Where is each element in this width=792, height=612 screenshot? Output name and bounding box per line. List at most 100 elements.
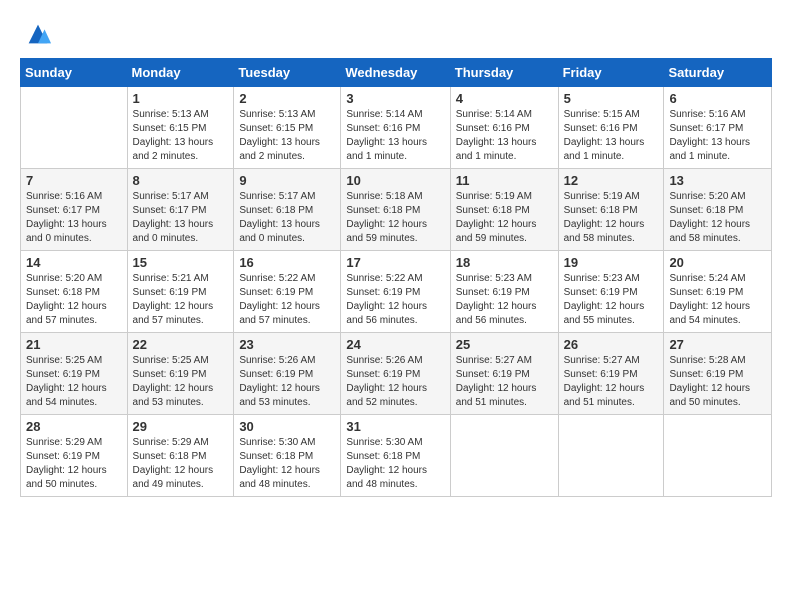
- day-info: Sunrise: 5:19 AMSunset: 6:18 PMDaylight:…: [564, 190, 659, 246]
- day-info: Sunrise: 5:27 AMSunset: 6:19 PMDaylight:…: [456, 354, 553, 410]
- calendar-cell: 31 Sunrise: 5:30 AMSunset: 6:18 PMDayligh…: [341, 415, 450, 497]
- calendar-cell: 1Sunrise: 5:13 AMSunset: 6:15 PMDaylight…: [127, 87, 234, 169]
- week-row-3: 21 Sunrise: 5:25 AMSunset: 6:19 PMDayligh…: [21, 333, 772, 415]
- day-number: 14: [26, 255, 122, 270]
- calendar-cell: 8 Sunrise: 5:17 AMSunset: 6:17 PMDaylight…: [127, 169, 234, 251]
- day-number: 6: [669, 91, 766, 106]
- day-info: Sunrise: 5:28 AMSunset: 6:19 PMDaylight:…: [669, 354, 766, 410]
- day-number: 10: [346, 173, 444, 188]
- day-number: 7: [26, 173, 122, 188]
- day-number: 9: [239, 173, 335, 188]
- day-number: 30: [239, 419, 335, 434]
- day-number: 8: [133, 173, 229, 188]
- day-info: Sunrise: 5:25 AMSunset: 6:19 PMDaylight:…: [133, 354, 229, 410]
- week-row-0: 1 Sunrise: 5:13 AMSunset: 6:15 PMDaylight…: [21, 87, 772, 169]
- calendar-cell: 9 Sunrise: 5:17 AMSunset: 6:18 PMDaylight…: [234, 169, 341, 251]
- calendar-cell: 11 Sunrise: 5:19 AMSunset: 6:18 PMDayligh…: [450, 169, 558, 251]
- day-number: 4: [456, 91, 553, 106]
- calendar-cell: [664, 415, 772, 497]
- header-day-wednesday: Wednesday: [341, 59, 450, 87]
- day-number: 5: [564, 91, 659, 106]
- day-number: 18: [456, 255, 553, 270]
- day-number: 16: [239, 255, 335, 270]
- day-number: 24: [346, 337, 444, 352]
- header-day-saturday: Saturday: [664, 59, 772, 87]
- logo-icon: [24, 20, 52, 48]
- day-number: 31: [346, 419, 444, 434]
- calendar-cell: 6 Sunrise: 5:16 AMSunset: 6:17 PMDaylight…: [664, 87, 772, 169]
- calendar-cell: 4 Sunrise: 5:14 AMSunset: 6:16 PMDaylight…: [450, 87, 558, 169]
- header-day-thursday: Thursday: [450, 59, 558, 87]
- day-number: 27: [669, 337, 766, 352]
- day-info: Sunrise: 5:24 AMSunset: 6:19 PMDaylight:…: [669, 272, 766, 328]
- day-info: Sunrise: 5:29 AMSunset: 6:19 PMDaylight:…: [26, 436, 122, 492]
- day-number: 21: [26, 337, 122, 352]
- day-info: Sunrise: 5:30 AMSunset: 6:18 PMDaylight:…: [239, 436, 335, 492]
- header-day-monday: Monday: [127, 59, 234, 87]
- day-info: Sunrise: 5:16 AMSunset: 6:17 PMDaylight:…: [669, 108, 766, 164]
- calendar-cell: 22Sunrise: 5:25 AMSunset: 6:19 PMDayligh…: [127, 333, 234, 415]
- calendar-cell: 24Sunrise: 5:26 AMSunset: 6:19 PMDayligh…: [341, 333, 450, 415]
- day-number: 12: [564, 173, 659, 188]
- calendar-cell: 15 Sunrise: 5:21 AMSunset: 6:19 PMDayligh…: [127, 251, 234, 333]
- day-info: Sunrise: 5:18 AMSunset: 6:18 PMDaylight:…: [346, 190, 444, 246]
- calendar-cell: 17 Sunrise: 5:22 AMSunset: 6:19 PMDayligh…: [341, 251, 450, 333]
- header-row: SundayMondayTuesdayWednesdayThursdayFrid…: [21, 59, 772, 87]
- calendar-cell: [450, 415, 558, 497]
- day-number: 2: [239, 91, 335, 106]
- calendar-cell: [21, 87, 128, 169]
- day-number: 11: [456, 173, 553, 188]
- calendar-cell: [558, 415, 664, 497]
- logo: [20, 20, 52, 48]
- day-info: Sunrise: 5:19 AMSunset: 6:18 PMDaylight:…: [456, 190, 553, 246]
- calendar-cell: 5Sunrise: 5:15 AMSunset: 6:16 PMDaylight…: [558, 87, 664, 169]
- day-info: Sunrise: 5:27 AMSunset: 6:19 PMDaylight:…: [564, 354, 659, 410]
- calendar-cell: 21Sunrise: 5:25 AMSunset: 6:19 PMDayligh…: [21, 333, 128, 415]
- day-info: Sunrise: 5:20 AMSunset: 6:18 PMDaylight:…: [669, 190, 766, 246]
- calendar-cell: 16 Sunrise: 5:22 AMSunset: 6:19 PMDayligh…: [234, 251, 341, 333]
- day-number: 28: [26, 419, 122, 434]
- page-container: SundayMondayTuesdayWednesdayThursdayFrid…: [20, 20, 772, 497]
- calendar-cell: 29 Sunrise: 5:29 AMSunset: 6:18 PMDayligh…: [127, 415, 234, 497]
- header-day-sunday: Sunday: [21, 59, 128, 87]
- header-day-tuesday: Tuesday: [234, 59, 341, 87]
- day-number: 23: [239, 337, 335, 352]
- day-number: 20: [669, 255, 766, 270]
- day-number: 26: [564, 337, 659, 352]
- day-number: 15: [133, 255, 229, 270]
- calendar-cell: 2 Sunrise: 5:13 AMSunset: 6:15 PMDaylight…: [234, 87, 341, 169]
- calendar-cell: 23 Sunrise: 5:26 AMSunset: 6:19 PMDayligh…: [234, 333, 341, 415]
- calendar-cell: 19 Sunrise: 5:23 AMSunset: 6:19 PMDayligh…: [558, 251, 664, 333]
- calendar-cell: 7Sunrise: 5:16 AMSunset: 6:17 PMDaylight…: [21, 169, 128, 251]
- day-info: Sunrise: 5:26 AMSunset: 6:19 PMDaylight:…: [239, 354, 335, 410]
- day-info: Sunrise: 5:13 AMSunset: 6:15 PMDaylight:…: [239, 108, 335, 164]
- day-number: 17: [346, 255, 444, 270]
- day-number: 19: [564, 255, 659, 270]
- week-row-2: 14 Sunrise: 5:20 AMSunset: 6:18 PMDayligh…: [21, 251, 772, 333]
- calendar-table: SundayMondayTuesdayWednesdayThursdayFrid…: [20, 58, 772, 497]
- calendar-cell: 14 Sunrise: 5:20 AMSunset: 6:18 PMDayligh…: [21, 251, 128, 333]
- day-info: Sunrise: 5:17 AMSunset: 6:18 PMDaylight:…: [239, 190, 335, 246]
- week-row-1: 7Sunrise: 5:16 AMSunset: 6:17 PMDaylight…: [21, 169, 772, 251]
- day-info: Sunrise: 5:23 AMSunset: 6:19 PMDaylight:…: [564, 272, 659, 328]
- day-info: Sunrise: 5:22 AMSunset: 6:19 PMDaylight:…: [239, 272, 335, 328]
- day-info: Sunrise: 5:22 AMSunset: 6:19 PMDaylight:…: [346, 272, 444, 328]
- calendar-cell: 3Sunrise: 5:14 AMSunset: 6:16 PMDaylight…: [341, 87, 450, 169]
- day-info: Sunrise: 5:21 AMSunset: 6:19 PMDaylight:…: [133, 272, 229, 328]
- calendar-cell: 12 Sunrise: 5:19 AMSunset: 6:18 PMDayligh…: [558, 169, 664, 251]
- day-number: 1: [133, 91, 229, 106]
- day-info: Sunrise: 5:20 AMSunset: 6:18 PMDaylight:…: [26, 272, 122, 328]
- day-info: Sunrise: 5:29 AMSunset: 6:18 PMDaylight:…: [133, 436, 229, 492]
- day-number: 29: [133, 419, 229, 434]
- calendar-cell: 13 Sunrise: 5:20 AMSunset: 6:18 PMDayligh…: [664, 169, 772, 251]
- day-info: Sunrise: 5:14 AMSunset: 6:16 PMDaylight:…: [346, 108, 444, 164]
- week-row-4: 28 Sunrise: 5:29 AMSunset: 6:19 PMDayligh…: [21, 415, 772, 497]
- day-number: 25: [456, 337, 553, 352]
- calendar-cell: 26 Sunrise: 5:27 AMSunset: 6:19 PMDayligh…: [558, 333, 664, 415]
- day-info: Sunrise: 5:23 AMSunset: 6:19 PMDaylight:…: [456, 272, 553, 328]
- day-info: Sunrise: 5:30 AMSunset: 6:18 PMDaylight:…: [346, 436, 444, 492]
- day-info: Sunrise: 5:17 AMSunset: 6:17 PMDaylight:…: [133, 190, 229, 246]
- day-number: 13: [669, 173, 766, 188]
- calendar-cell: 27 Sunrise: 5:28 AMSunset: 6:19 PMDayligh…: [664, 333, 772, 415]
- day-info: Sunrise: 5:14 AMSunset: 6:16 PMDaylight:…: [456, 108, 553, 164]
